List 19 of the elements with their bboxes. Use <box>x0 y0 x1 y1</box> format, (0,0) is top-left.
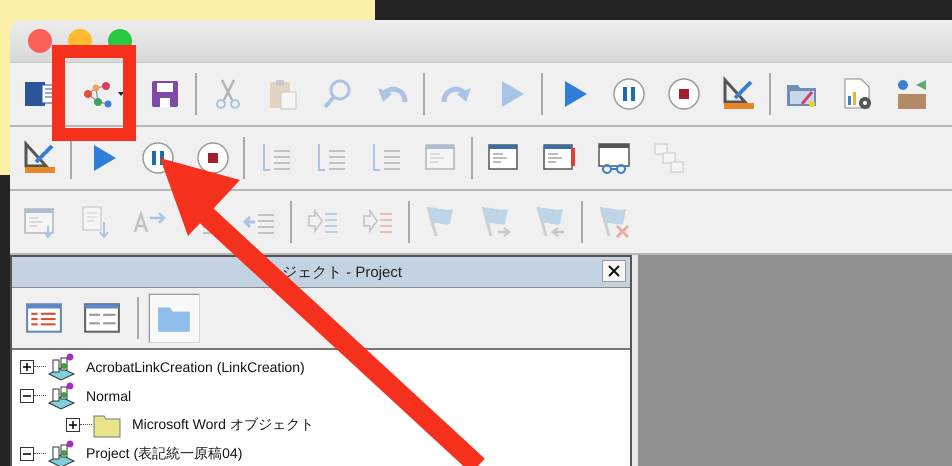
expand-icon[interactable] <box>20 360 34 374</box>
design-icon <box>22 140 58 176</box>
design-icon <box>720 76 756 112</box>
view-folders-button[interactable] <box>148 293 200 343</box>
expand-icon[interactable] <box>66 418 80 432</box>
project-icon <box>46 380 76 410</box>
tree-item[interactable]: Microsoft Word オブジェクト <box>132 416 314 434</box>
project-icon <box>46 352 76 382</box>
tree-item[interactable]: Project (表記統一原稿04) <box>86 444 242 462</box>
tree-item[interactable]: AcrobatLinkCreation (LinkCreation) <box>86 358 305 374</box>
tree-item[interactable]: Normal <box>86 388 132 404</box>
close-icon <box>608 265 620 277</box>
collapse-icon[interactable] <box>20 388 34 402</box>
stop-icon <box>666 76 702 112</box>
pause-icon <box>610 76 646 112</box>
stop-icon <box>194 140 230 176</box>
close-button[interactable] <box>602 260 626 282</box>
collapse-icon[interactable] <box>20 446 34 460</box>
close-window-button[interactable] <box>28 29 52 53</box>
